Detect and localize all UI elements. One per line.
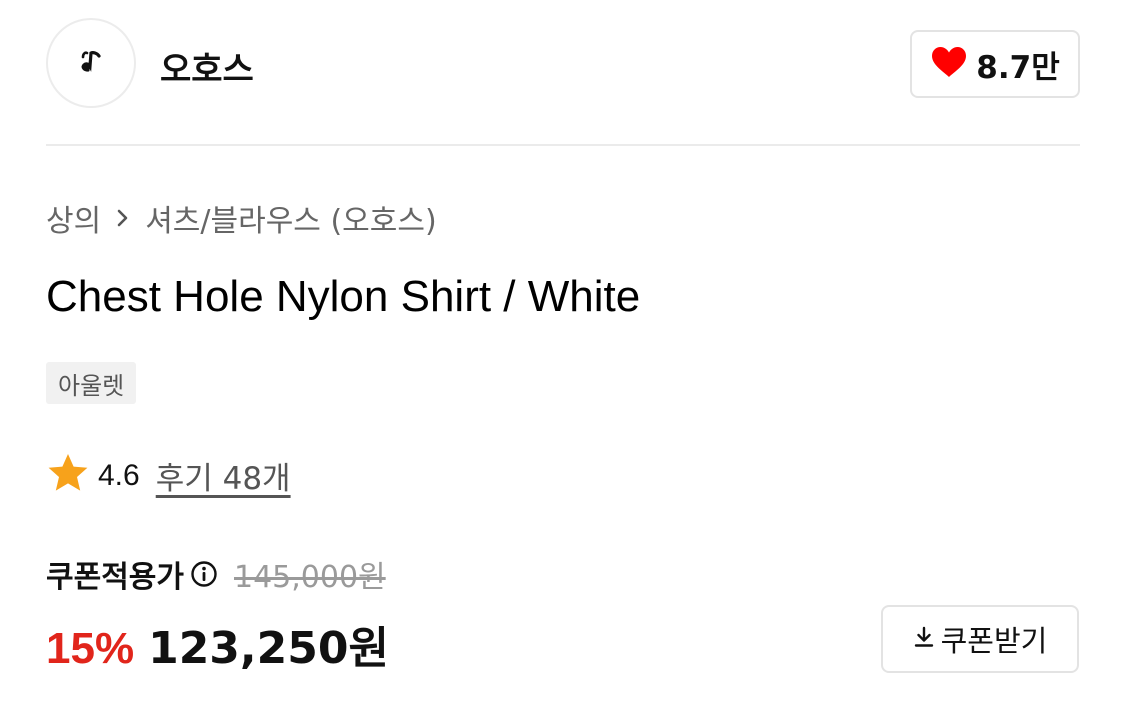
- product-title: Chest Hole Nylon Shirt / White: [46, 272, 641, 321]
- chevron-right-icon: [101, 207, 145, 229]
- get-coupon-label: 쿠폰받기: [940, 624, 1048, 658]
- get-coupon-button[interactable]: 쿠폰받기: [881, 605, 1079, 673]
- price-label-row: 쿠폰적용가 145,000원: [46, 552, 386, 596]
- price-row: 15% 123,250원: [46, 612, 389, 676]
- divider: [46, 144, 1080, 146]
- rating-score: 4.6: [98, 458, 140, 492]
- music-note-logo-icon: [74, 44, 108, 83]
- review-link[interactable]: 후기 48개: [156, 453, 291, 498]
- discount-rate: 15%: [46, 624, 135, 673]
- outlet-badge: 아울렛: [46, 362, 137, 404]
- like-button[interactable]: 8.7만: [910, 30, 1080, 98]
- original-price: 145,000원: [234, 560, 386, 595]
- breadcrumb-subcategory[interactable]: 셔츠/블라우스 (오호스): [145, 196, 436, 240]
- brand-logo[interactable]: [46, 18, 136, 108]
- coupon-price-label: 쿠폰적용가: [46, 560, 184, 595]
- breadcrumb-category[interactable]: 상의: [46, 196, 101, 240]
- brand-header: 오호스 8.7만: [46, 18, 1080, 110]
- heart-icon: [930, 45, 968, 84]
- star-icon: [46, 452, 90, 499]
- rating-row: 4.6 후기 48개: [46, 452, 291, 499]
- brand-name[interactable]: 오호스: [160, 42, 254, 91]
- final-price: 123,250원: [148, 623, 389, 674]
- breadcrumb: 상의 셔츠/블라우스 (오호스): [46, 196, 437, 240]
- download-icon: [913, 625, 935, 654]
- info-icon[interactable]: [190, 560, 218, 588]
- like-count: 8.7만: [976, 49, 1060, 86]
